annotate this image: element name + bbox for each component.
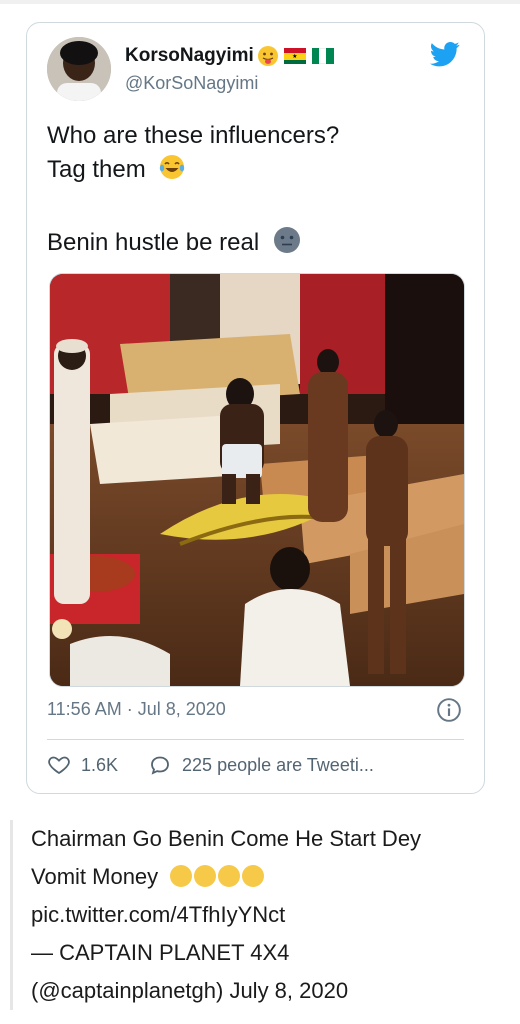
tweet-timestamp[interactable]: 11:56 AM · Jul 8, 2020 bbox=[47, 699, 226, 720]
laughing-emojis bbox=[170, 864, 266, 889]
article-caption: Chairman Go Benin Come He Start Dey Vomi… bbox=[10, 820, 520, 1010]
tweet-actions: 1.6K 225 people are Tweeti... bbox=[47, 753, 404, 777]
heart-icon bbox=[48, 756, 70, 775]
speech-bubble-icon bbox=[151, 756, 169, 775]
tweet-pic-link[interactable]: pic.twitter.com/4TfhIyYNct bbox=[31, 902, 285, 927]
laughing-emoji-icon bbox=[170, 865, 193, 887]
tweet-text: Who are these influencers? Tag them Beni… bbox=[47, 119, 339, 265]
author-name-row[interactable]: KorsoNagyimi ★ bbox=[125, 45, 334, 67]
top-divider bbox=[0, 0, 520, 4]
twitter-bird-icon[interactable] bbox=[428, 39, 462, 69]
tweet-line-3: Benin hustle be real bbox=[47, 229, 260, 256]
nigeria-flag-icon bbox=[311, 48, 334, 64]
embedded-tweet-card[interactable]: KorsoNagyimi ★ @KorSoNagyimi Who are the… bbox=[26, 22, 485, 794]
ghana-flag-icon: ★ bbox=[283, 48, 306, 64]
like-action[interactable]: 1.6K bbox=[47, 753, 118, 777]
caption-attribution-1: — CAPTAIN PLANET 4X4 bbox=[31, 940, 290, 965]
tweet-divider bbox=[47, 739, 464, 740]
neutral-face-emoji-icon bbox=[272, 225, 302, 265]
caption-attribution-2: (@captainplanetgh) July 8, 2020 bbox=[31, 978, 349, 1003]
laughing-emoji-icon bbox=[194, 865, 217, 887]
avatar[interactable] bbox=[47, 37, 111, 101]
info-icon[interactable] bbox=[436, 697, 462, 723]
reply-label: 225 people are Tweeti... bbox=[182, 754, 374, 775]
author-handle[interactable]: @KorSoNagyimi bbox=[125, 73, 258, 94]
author-name[interactable]: KorsoNagyimi bbox=[125, 45, 254, 67]
tweet-photo[interactable] bbox=[49, 273, 465, 687]
caption-line-1: Chairman Go Benin Come He Start Dey bbox=[31, 826, 422, 851]
tweet-line-2: Tag them bbox=[47, 156, 146, 183]
reply-action[interactable]: 225 people are Tweeti... bbox=[148, 753, 374, 777]
caption-line-2: Vomit Money bbox=[31, 864, 159, 889]
tongue-emoji-icon bbox=[257, 46, 278, 66]
tweet-line-1: Who are these influencers? bbox=[47, 122, 340, 149]
laughing-emoji-icon bbox=[242, 865, 265, 887]
caption-line-2-row: Vomit Money bbox=[31, 858, 520, 896]
like-count: 1.6K bbox=[81, 754, 119, 775]
crying-laughing-emoji-icon bbox=[158, 153, 186, 191]
laughing-emoji-icon bbox=[218, 865, 241, 887]
